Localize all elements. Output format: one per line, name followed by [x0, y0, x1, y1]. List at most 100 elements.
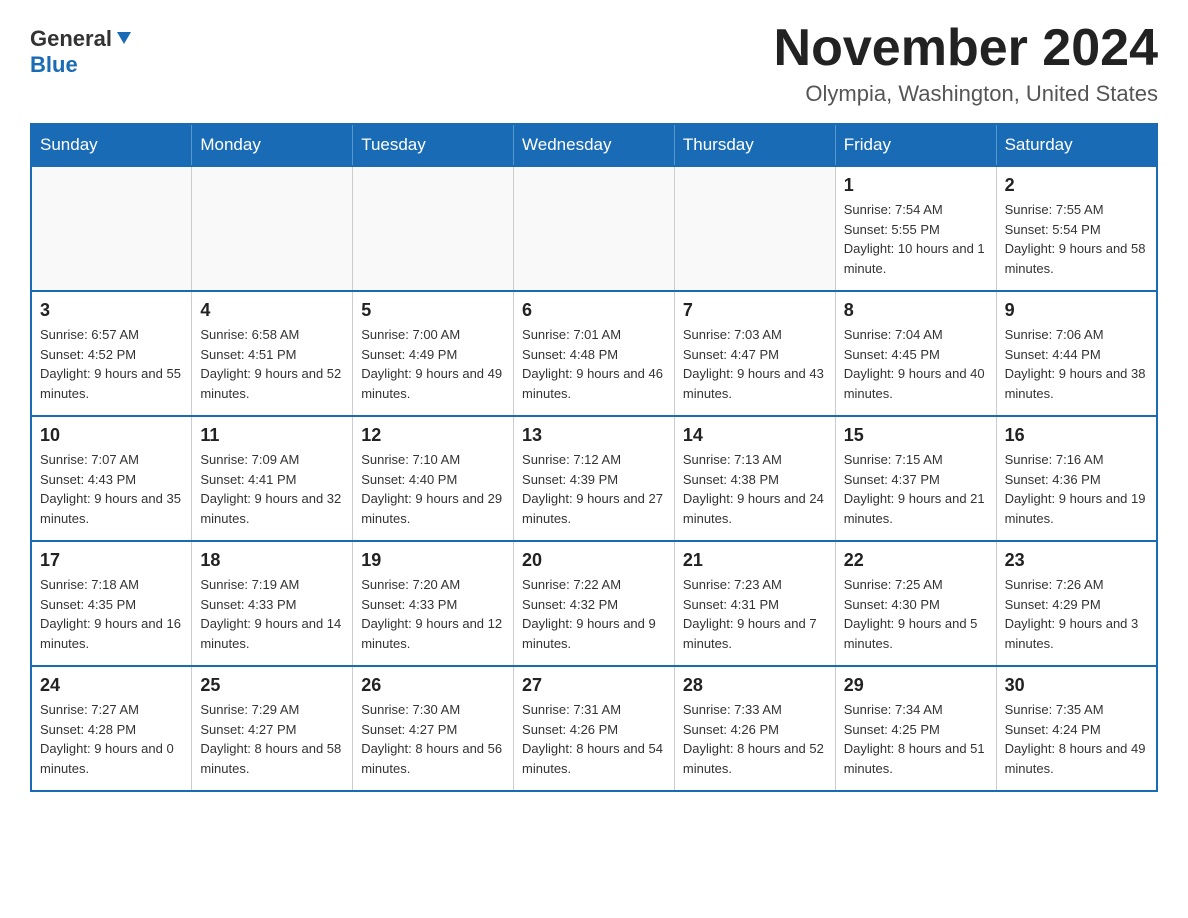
calendar-row-0: 1 Sunrise: 7:54 AMSunset: 5:55 PMDaylight…	[31, 166, 1157, 291]
day-info: Sunrise: 7:33 AMSunset: 4:26 PMDaylight:…	[683, 700, 827, 778]
day-number: 24	[40, 675, 183, 696]
day-info: Sunrise: 7:31 AMSunset: 4:26 PMDaylight:…	[522, 700, 666, 778]
day-info: Sunrise: 7:23 AMSunset: 4:31 PMDaylight:…	[683, 575, 827, 653]
calendar-cell: 10 Sunrise: 7:07 AMSunset: 4:43 PMDayligh…	[31, 416, 192, 541]
day-number: 8	[844, 300, 988, 321]
calendar-table: SundayMondayTuesdayWednesdayThursdayFrid…	[30, 123, 1158, 792]
day-info: Sunrise: 7:54 AMSunset: 5:55 PMDaylight:…	[844, 200, 988, 278]
day-info: Sunrise: 7:09 AMSunset: 4:41 PMDaylight:…	[200, 450, 344, 528]
day-info: Sunrise: 7:01 AMSunset: 4:48 PMDaylight:…	[522, 325, 666, 403]
day-number: 16	[1005, 425, 1148, 446]
day-info: Sunrise: 7:35 AMSunset: 4:24 PMDaylight:…	[1005, 700, 1148, 778]
day-info: Sunrise: 6:57 AMSunset: 4:52 PMDaylight:…	[40, 325, 183, 403]
calendar-cell: 25Sunrise: 7:29 AMSunset: 4:27 PMDayligh…	[192, 666, 353, 791]
calendar-cell: 28 Sunrise: 7:33 AMSunset: 4:26 PMDayligh…	[674, 666, 835, 791]
day-number: 14	[683, 425, 827, 446]
day-number: 1	[844, 175, 988, 196]
day-number: 13	[522, 425, 666, 446]
day-number: 26	[361, 675, 505, 696]
calendar-cell: 18 Sunrise: 7:19 AMSunset: 4:33 PMDayligh…	[192, 541, 353, 666]
day-number: 30	[1005, 675, 1148, 696]
day-number: 4	[200, 300, 344, 321]
calendar-cell: 30 Sunrise: 7:35 AMSunset: 4:24 PMDayligh…	[996, 666, 1157, 791]
calendar-cell: 2 Sunrise: 7:55 AMSunset: 5:54 PMDaylight…	[996, 166, 1157, 291]
calendar-cell: 7 Sunrise: 7:03 AMSunset: 4:47 PMDaylight…	[674, 291, 835, 416]
calendar-cell	[31, 166, 192, 291]
calendar-cell: 17 Sunrise: 7:18 AMSunset: 4:35 PMDayligh…	[31, 541, 192, 666]
day-info: Sunrise: 7:07 AMSunset: 4:43 PMDaylight:…	[40, 450, 183, 528]
calendar-cell: 9Sunrise: 7:06 AMSunset: 4:44 PMDaylight…	[996, 291, 1157, 416]
day-info: Sunrise: 7:34 AMSunset: 4:25 PMDaylight:…	[844, 700, 988, 778]
day-number: 23	[1005, 550, 1148, 571]
day-number: 28	[683, 675, 827, 696]
calendar-cell: 20 Sunrise: 7:22 AMSunset: 4:32 PMDayligh…	[514, 541, 675, 666]
day-info: Sunrise: 7:27 AMSunset: 4:28 PMDaylight:…	[40, 700, 183, 778]
day-info: Sunrise: 7:26 AMSunset: 4:29 PMDaylight:…	[1005, 575, 1148, 653]
day-number: 9	[1005, 300, 1148, 321]
calendar-cell: 12Sunrise: 7:10 AMSunset: 4:40 PMDayligh…	[353, 416, 514, 541]
calendar-cell: 4Sunrise: 6:58 AMSunset: 4:51 PMDaylight…	[192, 291, 353, 416]
calendar-cell: 11 Sunrise: 7:09 AMSunset: 4:41 PMDayligh…	[192, 416, 353, 541]
day-number: 5	[361, 300, 505, 321]
day-number: 11	[200, 425, 344, 446]
day-number: 2	[1005, 175, 1148, 196]
day-number: 29	[844, 675, 988, 696]
day-info: Sunrise: 7:12 AMSunset: 4:39 PMDaylight:…	[522, 450, 666, 528]
weekday-header-monday: Monday	[192, 124, 353, 166]
weekday-header-row: SundayMondayTuesdayWednesdayThursdayFrid…	[31, 124, 1157, 166]
calendar-cell: 6 Sunrise: 7:01 AMSunset: 4:48 PMDaylight…	[514, 291, 675, 416]
calendar-cell: 8Sunrise: 7:04 AMSunset: 4:45 PMDaylight…	[835, 291, 996, 416]
calendar-row-1: 3 Sunrise: 6:57 AMSunset: 4:52 PMDaylight…	[31, 291, 1157, 416]
calendar-cell	[353, 166, 514, 291]
logo-general: General	[30, 28, 112, 50]
calendar-cell: 26 Sunrise: 7:30 AMSunset: 4:27 PMDayligh…	[353, 666, 514, 791]
day-number: 18	[200, 550, 344, 571]
day-info: Sunrise: 7:03 AMSunset: 4:47 PMDaylight:…	[683, 325, 827, 403]
location: Olympia, Washington, United States	[774, 81, 1158, 107]
day-info: Sunrise: 7:00 AMSunset: 4:49 PMDaylight:…	[361, 325, 505, 403]
day-info: Sunrise: 7:22 AMSunset: 4:32 PMDaylight:…	[522, 575, 666, 653]
day-number: 25	[200, 675, 344, 696]
logo: General Blue	[30, 20, 135, 78]
calendar-cell: 21 Sunrise: 7:23 AMSunset: 4:31 PMDayligh…	[674, 541, 835, 666]
day-number: 17	[40, 550, 183, 571]
day-info: Sunrise: 7:18 AMSunset: 4:35 PMDaylight:…	[40, 575, 183, 653]
calendar-row-3: 17 Sunrise: 7:18 AMSunset: 4:35 PMDayligh…	[31, 541, 1157, 666]
weekday-header-thursday: Thursday	[674, 124, 835, 166]
calendar-cell: 19Sunrise: 7:20 AMSunset: 4:33 PMDayligh…	[353, 541, 514, 666]
calendar-cell: 22 Sunrise: 7:25 AMSunset: 4:30 PMDayligh…	[835, 541, 996, 666]
calendar-row-4: 24 Sunrise: 7:27 AMSunset: 4:28 PMDayligh…	[31, 666, 1157, 791]
calendar-cell: 14 Sunrise: 7:13 AMSunset: 4:38 PMDayligh…	[674, 416, 835, 541]
day-number: 6	[522, 300, 666, 321]
calendar-cell: 16Sunrise: 7:16 AMSunset: 4:36 PMDayligh…	[996, 416, 1157, 541]
weekday-header-wednesday: Wednesday	[514, 124, 675, 166]
calendar-cell: 27Sunrise: 7:31 AMSunset: 4:26 PMDayligh…	[514, 666, 675, 791]
weekday-header-sunday: Sunday	[31, 124, 192, 166]
calendar-cell: 23 Sunrise: 7:26 AMSunset: 4:29 PMDayligh…	[996, 541, 1157, 666]
day-number: 7	[683, 300, 827, 321]
weekday-header-friday: Friday	[835, 124, 996, 166]
calendar-cell: 29 Sunrise: 7:34 AMSunset: 4:25 PMDayligh…	[835, 666, 996, 791]
calendar-row-2: 10 Sunrise: 7:07 AMSunset: 4:43 PMDayligh…	[31, 416, 1157, 541]
day-number: 22	[844, 550, 988, 571]
day-number: 3	[40, 300, 183, 321]
day-info: Sunrise: 7:19 AMSunset: 4:33 PMDaylight:…	[200, 575, 344, 653]
calendar-cell	[514, 166, 675, 291]
day-number: 12	[361, 425, 505, 446]
day-info: Sunrise: 7:25 AMSunset: 4:30 PMDaylight:…	[844, 575, 988, 653]
calendar-cell	[674, 166, 835, 291]
weekday-header-saturday: Saturday	[996, 124, 1157, 166]
day-info: Sunrise: 7:55 AMSunset: 5:54 PMDaylight:…	[1005, 200, 1148, 278]
day-info: Sunrise: 7:30 AMSunset: 4:27 PMDaylight:…	[361, 700, 505, 778]
calendar-cell: 5 Sunrise: 7:00 AMSunset: 4:49 PMDaylight…	[353, 291, 514, 416]
logo-blue: Blue	[30, 52, 78, 78]
day-number: 21	[683, 550, 827, 571]
calendar-cell: 1 Sunrise: 7:54 AMSunset: 5:55 PMDaylight…	[835, 166, 996, 291]
day-info: Sunrise: 7:13 AMSunset: 4:38 PMDaylight:…	[683, 450, 827, 528]
day-number: 20	[522, 550, 666, 571]
title-area: November 2024 Olympia, Washington, Unite…	[774, 20, 1158, 107]
page-header: General Blue November 2024 Olympia, Wash…	[30, 20, 1158, 107]
calendar-cell	[192, 166, 353, 291]
month-title: November 2024	[774, 20, 1158, 77]
day-number: 10	[40, 425, 183, 446]
